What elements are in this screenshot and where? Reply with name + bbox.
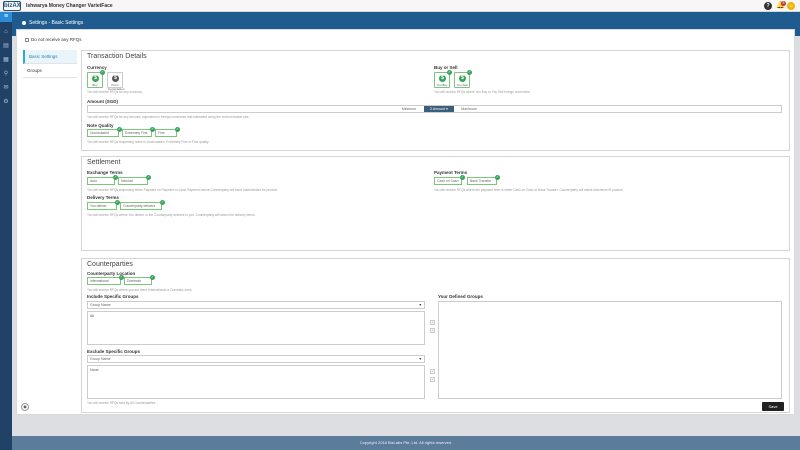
settlement-section: Settlement Exchange Terms Auto ✓ Netchat… bbox=[81, 156, 790, 251]
location-hint: You will receive RFQs where you are ther… bbox=[87, 288, 193, 292]
settings-dot-icon bbox=[22, 20, 26, 25]
tab-groups[interactable]: Groups bbox=[23, 64, 77, 78]
settings-card: Do not receive any RFQs Basic Settings G… bbox=[16, 29, 795, 415]
exchange-term-netchat[interactable]: Netchat bbox=[118, 177, 148, 185]
check-icon: ✓ bbox=[175, 127, 180, 132]
page-title: Settings - Basic Settings bbox=[22, 20, 83, 26]
amount-maximum[interactable]: Maximum bbox=[454, 106, 484, 112]
check-icon: ✓ bbox=[495, 175, 500, 180]
currency-hint: You will receive RFQs for any currency. bbox=[87, 90, 143, 94]
payment-term-cash[interactable]: Cash on Cash bbox=[434, 177, 462, 185]
location-domestic[interactable]: Domestic bbox=[124, 277, 152, 285]
do-not-receive-checkbox[interactable]: Do not receive any RFQs bbox=[25, 37, 82, 42]
payment-terms-hint: You will receive RFQs where the payment … bbox=[434, 188, 624, 192]
transaction-details-section: Transaction Details Currency $ Buy ✓ $ F… bbox=[81, 50, 790, 151]
exclude-group-list[interactable]: None bbox=[87, 365, 425, 399]
counterparty-location-label: Counterparty Location bbox=[87, 271, 136, 276]
move-left-icon[interactable]: ‹ bbox=[430, 328, 435, 333]
avatar[interactable]: ☺ bbox=[787, 2, 795, 10]
caret-down-icon: ▼ bbox=[418, 303, 422, 307]
back-button[interactable]: ◉ bbox=[21, 403, 29, 411]
move-right-icon[interactable]: › bbox=[430, 369, 435, 374]
note-quality-fine[interactable]: Fine bbox=[155, 129, 177, 137]
note-quality-hint: You will receive RFQs requesting notes i… bbox=[87, 140, 210, 144]
exchange-terms-hint: You will receive RFQs requesting either … bbox=[87, 188, 279, 192]
search-icon[interactable]: ⚲ bbox=[2, 70, 10, 78]
mail-icon[interactable]: ✉ bbox=[2, 84, 10, 92]
your-groups-label: Your Defined Groups bbox=[438, 294, 483, 299]
your-groups-list[interactable] bbox=[438, 301, 782, 399]
exclude-group-select[interactable]: Group Name ▼ bbox=[87, 355, 425, 363]
exchange-term-auto[interactable]: Auto bbox=[87, 177, 115, 185]
notification-badge: 5 bbox=[781, 1, 786, 6]
menu-toggle-icon[interactable]: ≡ bbox=[0, 12, 12, 22]
section-title: Counterparties bbox=[87, 261, 133, 268]
dollar-icon: $ bbox=[459, 75, 466, 82]
groups-hint: You will receive RFQs sent by All Counte… bbox=[87, 401, 157, 405]
amount-selector[interactable]: Minimum 2 Amount ▾ Maximum bbox=[87, 105, 782, 113]
app-logo[interactable]: bizAX bbox=[3, 1, 21, 11]
amount-dropdown[interactable]: 2 Amount ▾ bbox=[424, 106, 454, 112]
delivery-you-deliver[interactable]: You deliver bbox=[87, 202, 117, 210]
dollar-icon: $ bbox=[112, 75, 119, 82]
dollar-icon: $ bbox=[439, 75, 446, 82]
check-icon: ✓ bbox=[467, 70, 472, 75]
check-icon: ✓ bbox=[447, 70, 452, 75]
move-left-icon[interactable]: ‹ bbox=[430, 377, 435, 382]
checkbox-icon[interactable] bbox=[25, 37, 29, 42]
note-quality-extremely-fine[interactable]: Extremely Fine bbox=[122, 129, 152, 137]
include-group-list[interactable]: All bbox=[87, 311, 425, 345]
check-icon: ✓ bbox=[160, 200, 165, 205]
check-icon: ✓ bbox=[150, 275, 155, 280]
payment-term-bank-transfer[interactable]: Bank Transfer bbox=[467, 177, 497, 185]
exchange-terms-label: Exchange Terms bbox=[87, 170, 123, 175]
check-icon: ✓ bbox=[146, 175, 151, 180]
section-title: Settlement bbox=[87, 159, 121, 166]
amount-minimum[interactable]: Minimum bbox=[394, 106, 424, 112]
settings-tabs: Basic Settings Groups bbox=[23, 50, 77, 78]
delivery-terms-hint: You will receive RFQs where You deliver … bbox=[87, 213, 256, 217]
counterparties-section: Counterparties Counterparty Location Int… bbox=[81, 258, 790, 413]
amount-label: Amount (SGD) bbox=[87, 99, 118, 104]
side-nav: ≡ ⌂ ▤ ▦ ⚲ ✉ ⚙ bbox=[0, 12, 12, 450]
dashboard-icon[interactable]: ▤ bbox=[2, 42, 10, 50]
include-groups-label: Include Specific Groups bbox=[87, 294, 139, 299]
buy-sell-hint: You will receive RFQs where You Buy or Y… bbox=[434, 90, 531, 94]
currency-option-commission[interactable]: $ From Commission bbox=[107, 72, 125, 91]
save-button[interactable]: Save bbox=[762, 402, 784, 411]
home-icon[interactable]: ⌂ bbox=[2, 28, 10, 36]
gear-icon[interactable]: ⚙ bbox=[2, 98, 10, 106]
caret-down-icon: ▼ bbox=[418, 357, 422, 361]
move-right-icon[interactable]: › bbox=[430, 320, 435, 325]
section-title: Transaction Details bbox=[87, 53, 147, 60]
note-quality-uncirculated[interactable]: Uncirculated bbox=[87, 129, 119, 137]
check-icon: ✓ bbox=[100, 70, 105, 75]
list-item[interactable]: None bbox=[90, 368, 422, 372]
help-icon[interactable]: ? bbox=[764, 2, 772, 10]
delivery-terms-label: Delivery Terms bbox=[87, 195, 119, 200]
buy-sell-label: Buy or Sell bbox=[434, 65, 458, 70]
dollar-icon: $ bbox=[92, 75, 99, 82]
amount-hint: You will receive RFQs for any amount, eq… bbox=[87, 115, 250, 119]
delivery-counterparty-delivers[interactable]: Counterparty delivers bbox=[120, 202, 162, 210]
tab-basic-settings[interactable]: Basic Settings bbox=[23, 50, 77, 64]
note-quality-label: Note Quality bbox=[87, 123, 114, 128]
include-group-select[interactable]: Group Name ▼ bbox=[87, 301, 425, 309]
grid-icon[interactable]: ▦ bbox=[2, 56, 10, 64]
list-item[interactable]: All bbox=[90, 314, 422, 318]
exclude-groups-label: Exclude Specific Groups bbox=[87, 349, 141, 354]
footer: Copyright 2018 BizLabs Pte. Ltd. All rig… bbox=[12, 436, 800, 450]
app-title: Ishwarya Money Changer VarietFace bbox=[26, 3, 113, 9]
location-international[interactable]: International bbox=[87, 277, 121, 285]
check-icon: ✓ bbox=[460, 175, 465, 180]
top-bar: bizAX Ishwarya Money Changer VarietFace … bbox=[0, 0, 800, 12]
